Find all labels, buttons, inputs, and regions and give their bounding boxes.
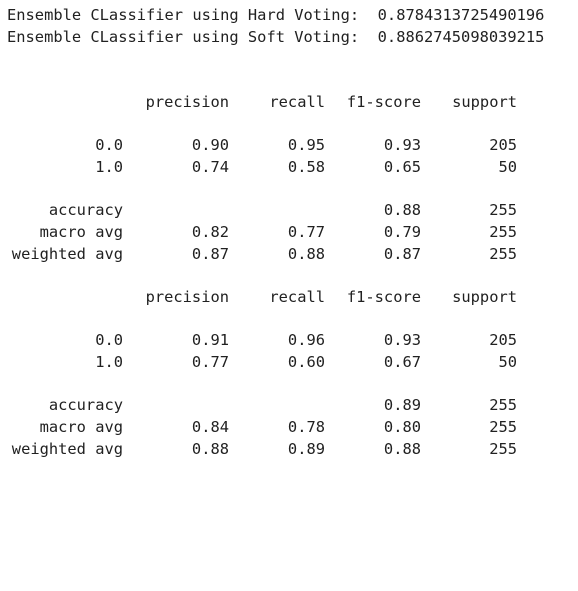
accuracy-row: accuracy 0.89 255: [7, 395, 573, 417]
cell-support: 50: [498, 157, 517, 176]
header-recall: recall: [269, 287, 325, 306]
row-label: weighted avg: [11, 244, 123, 263]
cell-support: 255: [489, 222, 517, 241]
cell-support: 205: [489, 331, 517, 350]
row-label: 0.0: [95, 331, 123, 350]
cell-f1-score: 0.80: [383, 418, 421, 437]
cell-precision: 0.82: [191, 222, 229, 241]
cell-precision: 0.87: [191, 244, 229, 263]
cell-support: 255: [489, 418, 517, 437]
classification-report-soft: precision recall f1-score support 0.0 0.…: [7, 287, 573, 461]
cell-f1-score: 0.93: [383, 331, 421, 350]
cell-f1-score: 0.88: [383, 439, 421, 458]
accuracy-row: accuracy 0.88 255: [7, 200, 573, 222]
cell-recall: 0.96: [287, 331, 325, 350]
cell-f1-score: 0.89: [383, 396, 421, 415]
soft-voting-label: Ensemble CLassifier using Soft Voting:: [7, 27, 360, 46]
row-label: 0.0: [95, 136, 123, 155]
row-label: accuracy: [48, 396, 123, 415]
row-label: 1.0: [95, 157, 123, 176]
macro-avg-row: macro avg 0.82 0.77 0.79 255: [7, 222, 573, 244]
header-recall: recall: [269, 92, 325, 111]
cell-precision: 0.88: [191, 439, 229, 458]
header-f1-score: f1-score: [346, 287, 421, 306]
row-label: macro avg: [39, 418, 123, 437]
cell-support: 50: [498, 353, 517, 371]
class-row: 0.0 0.91 0.96 0.93 205: [7, 330, 573, 352]
cell-f1-score: 0.79: [383, 222, 421, 241]
cell-support: 205: [489, 136, 517, 155]
cell-recall: 0.88: [287, 244, 325, 263]
classification-report-hard: precision recall f1-score support 0.0 0.…: [7, 92, 573, 266]
cell-f1-score: 0.67: [383, 353, 421, 371]
cell-precision: 0.74: [191, 157, 229, 176]
cell-precision: 0.91: [191, 331, 229, 350]
header-support: support: [452, 287, 517, 306]
class-row: 0.0 0.90 0.95 0.93 205: [7, 135, 573, 157]
row-label: macro avg: [39, 222, 123, 241]
header-f1-score: f1-score: [346, 92, 421, 111]
row-label: 1.0: [95, 353, 123, 371]
weighted-avg-row: weighted avg 0.88 0.89 0.88 255: [7, 439, 573, 461]
cell-recall: 0.89: [287, 439, 325, 458]
soft-voting-score-line: Ensemble CLassifier using Soft Voting: 0…: [7, 27, 573, 49]
report-header-row: precision recall f1-score support: [7, 92, 573, 114]
weighted-avg-row: weighted avg 0.87 0.88 0.87 255: [7, 244, 573, 266]
soft-voting-value: 0.8862745098039215: [377, 27, 545, 46]
hard-voting-label: Ensemble CLassifier using Hard Voting:: [7, 6, 360, 24]
cell-support: 255: [489, 244, 517, 263]
cell-precision: 0.84: [191, 418, 229, 437]
cell-support: 255: [489, 396, 517, 415]
cell-recall: 0.95: [287, 136, 325, 155]
cell-support: 255: [489, 201, 517, 220]
header-precision: precision: [145, 92, 229, 111]
cell-f1-score: 0.65: [383, 157, 421, 176]
hard-voting-score-line: Ensemble CLassifier using Hard Voting: 0…: [7, 5, 573, 27]
cell-recall: 0.60: [287, 353, 325, 371]
macro-avg-row: macro avg 0.84 0.78 0.80 255: [7, 417, 573, 439]
cell-recall: 0.58: [287, 157, 325, 176]
cell-f1-score: 0.87: [383, 244, 421, 263]
cell-precision: 0.90: [191, 136, 229, 155]
row-label: weighted avg: [11, 439, 123, 458]
header-support: support: [452, 92, 517, 111]
cell-precision: 0.77: [191, 353, 229, 371]
cell-f1-score: 0.88: [383, 201, 421, 220]
cell-recall: 0.77: [287, 222, 325, 241]
class-row: 1.0 0.77 0.60 0.67 50: [7, 352, 573, 374]
cell-f1-score: 0.93: [383, 136, 421, 155]
report-header-row: precision recall f1-score support: [7, 287, 573, 309]
row-label: accuracy: [48, 201, 123, 220]
cell-output: Ensemble CLassifier using Hard Voting: 0…: [7, 5, 573, 460]
header-precision: precision: [145, 287, 229, 306]
class-row: 1.0 0.74 0.58 0.65 50: [7, 157, 573, 179]
cell-recall: 0.78: [287, 418, 325, 437]
hard-voting-value: 0.8784313725490196: [377, 6, 545, 24]
cell-support: 255: [489, 439, 517, 458]
